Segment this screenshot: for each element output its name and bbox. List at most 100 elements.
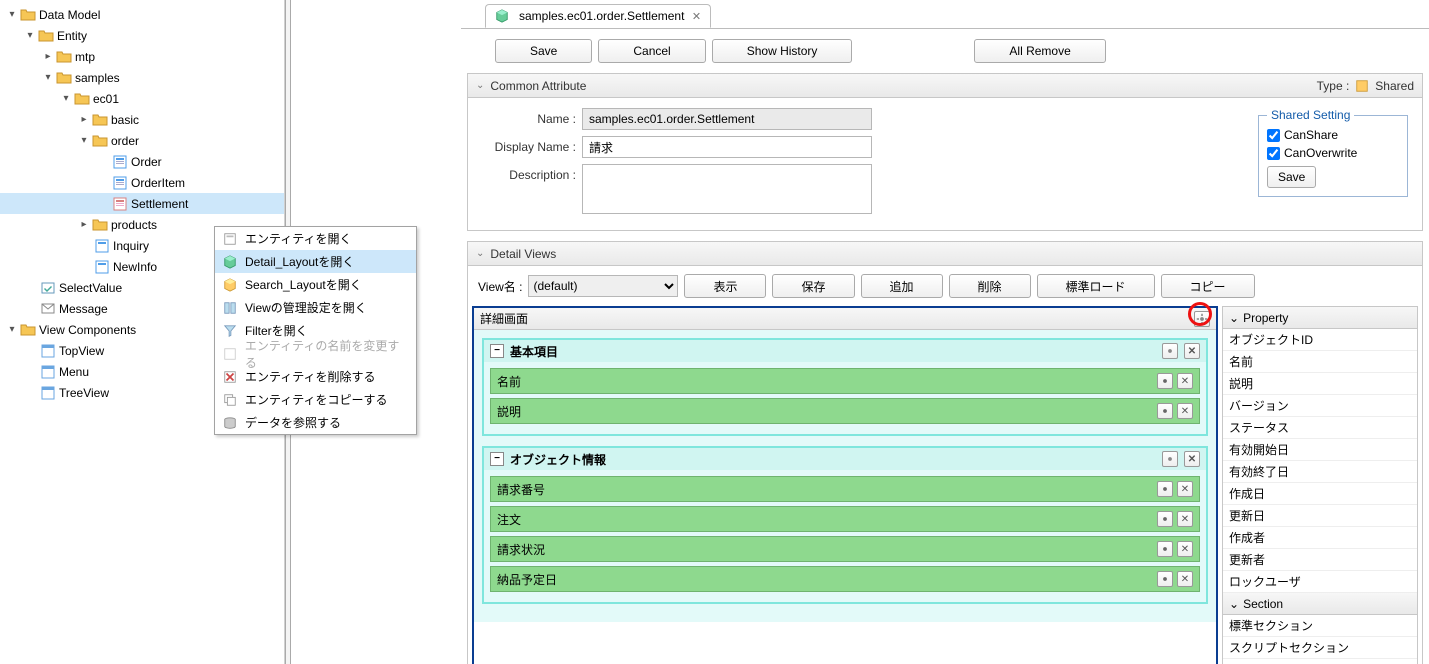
cm-open-entity[interactable]: エンティティを開く [215,227,416,250]
close-icon[interactable]: ✕ [1177,541,1193,557]
section-list-item[interactable]: テンプレートセクション [1223,659,1417,664]
cancel-button[interactable]: Cancel [598,39,705,63]
add-button[interactable]: 追加 [861,274,943,298]
collapse-icon[interactable]: ▾ [4,7,20,23]
collapse-icon[interactable]: ▾ [40,70,56,86]
property-list-item[interactable]: オブジェクトID [1223,329,1417,351]
expand-icon[interactable]: ▸ [76,217,92,233]
gear-icon[interactable] [1157,373,1173,389]
collapse-icon[interactable]: ▾ [4,322,20,338]
property-list-item[interactable]: ロックユーザ [1223,571,1417,593]
tree-node-entity[interactable]: ▾ Entity [0,25,284,46]
gear-icon[interactable] [1157,481,1173,497]
description-textarea[interactable] [582,164,872,214]
chevron-down-icon[interactable]: ⌄ [1229,597,1239,611]
close-icon[interactable]: ✕ [1184,343,1200,359]
cm-open-detail-layout[interactable]: Detail_Layoutを開く [215,250,416,273]
std-load-button[interactable]: 標準ロード [1037,274,1155,298]
property-list-item[interactable]: 有効終了日 [1223,461,1417,483]
property-list-item[interactable]: 名前 [1223,351,1417,373]
collapse-icon[interactable]: − [490,452,504,466]
section-list[interactable]: 標準セクションスクリプトセクションテンプレートセクション [1223,615,1417,664]
close-icon[interactable]: ✕ [1184,451,1200,467]
panel-header[interactable]: ⌄ Common Attribute Type : Shared [468,74,1422,98]
close-icon[interactable]: ✕ [1177,571,1193,587]
shared-save-button[interactable]: Save [1267,166,1316,188]
canshare-checkbox[interactable] [1267,129,1280,142]
show-history-button[interactable]: Show History [712,39,853,63]
tree-node-basic[interactable]: ▸ basic [0,109,284,130]
tree-node-Settlement[interactable]: Settlement [0,193,284,214]
save-view-button[interactable]: 保存 [772,274,854,298]
property-list-item[interactable]: 作成日 [1223,483,1417,505]
section-list-item[interactable]: スクリプトセクション [1223,637,1417,659]
panel-header[interactable]: ⌄ Detail Views [468,242,1422,266]
close-icon[interactable]: ✕ [1177,373,1193,389]
property-list-item[interactable]: 説明 [1223,373,1417,395]
property-row[interactable]: 納品予定日✕ [490,566,1200,592]
gear-icon[interactable] [1157,541,1173,557]
chevron-down-icon[interactable]: ⌄ [476,80,484,91]
view-icon [40,364,56,380]
canshare-label[interactable]: CanShare [1267,128,1399,142]
section-header[interactable]: ⌄Section [1223,593,1417,615]
show-button[interactable]: 表示 [684,274,766,298]
tab-settlement[interactable]: samples.ec01.order.Settlement ✕ [485,4,711,28]
display-name-input[interactable] [582,136,872,158]
expand-icon[interactable]: ▸ [40,49,56,65]
canoverwrite-label[interactable]: CanOverwrite [1267,146,1399,160]
close-icon[interactable]: ✕ [1177,511,1193,527]
tree-node-ec01[interactable]: ▾ ec01 [0,88,284,109]
property-list[interactable]: オブジェクトID名前説明バージョンステータス有効開始日有効終了日作成日更新日作成… [1223,329,1417,593]
cm-open-search-layout[interactable]: Search_Layoutを開く [215,273,416,296]
property-list-item[interactable]: 更新者 [1223,549,1417,571]
property-row[interactable]: 注文✕ [490,506,1200,532]
close-icon[interactable]: ✕ [1177,403,1193,419]
property-row[interactable]: 説明✕ [490,398,1200,424]
collapse-icon[interactable]: ▾ [58,91,74,107]
collapse-icon[interactable]: ▾ [22,28,38,44]
cm-view-data[interactable]: データを参照する [215,411,416,434]
tree-label: basic [111,113,139,127]
close-icon[interactable]: ✕ [690,10,702,22]
expand-icon[interactable]: ▸ [76,112,92,128]
cm-copy-entity[interactable]: エンティティをコピーする [215,388,416,411]
property-list-item[interactable]: 更新日 [1223,505,1417,527]
section-list-item[interactable]: 標準セクション [1223,615,1417,637]
delete-button[interactable]: 削除 [949,274,1031,298]
tree-node-samples[interactable]: ▾ samples [0,67,284,88]
tree-node-OrderItem[interactable]: OrderItem [0,172,284,193]
cm-open-view-settings[interactable]: Viewの管理設定を開く [215,296,416,319]
collapse-icon[interactable]: − [490,344,504,358]
canoverwrite-checkbox[interactable] [1267,147,1280,160]
tree-node-mtp[interactable]: ▸ mtp [0,46,284,67]
property-list-item[interactable]: 有効開始日 [1223,439,1417,461]
tree-node-datamodel[interactable]: ▾ Data Model [0,4,284,25]
property-row[interactable]: 名前✕ [490,368,1200,394]
property-list-item[interactable]: 作成者 [1223,527,1417,549]
shared-setting-fieldset: Shared Setting CanShare CanOverwrite Sav… [1258,108,1408,197]
gear-icon[interactable] [1157,403,1173,419]
gear-icon[interactable] [1162,343,1178,359]
property-header[interactable]: ⌄Property [1223,307,1417,329]
tree-node-order[interactable]: ▾ order [0,130,284,151]
property-row[interactable]: 請求状況✕ [490,536,1200,562]
save-button[interactable]: Save [495,39,592,63]
viewname-select[interactable]: (default) [528,275,678,297]
collapse-icon[interactable]: ▾ [76,133,92,149]
copy-button[interactable]: コピー [1161,274,1255,298]
gear-icon[interactable] [1194,311,1210,327]
gear-icon[interactable] [1162,451,1178,467]
cm-label: データを参照する [245,414,341,431]
property-list-item[interactable]: バージョン [1223,395,1417,417]
gear-icon[interactable] [1157,571,1173,587]
tree-node-Order[interactable]: Order [0,151,284,172]
close-icon[interactable]: ✕ [1177,481,1193,497]
chevron-down-icon[interactable]: ⌄ [1229,311,1239,325]
chevron-down-icon[interactable]: ⌄ [476,248,484,259]
gear-icon[interactable] [1157,511,1173,527]
property-list-item[interactable]: ステータス [1223,417,1417,439]
all-remove-button[interactable]: All Remove [974,39,1105,63]
folder-icon [20,322,36,338]
property-row[interactable]: 請求番号✕ [490,476,1200,502]
